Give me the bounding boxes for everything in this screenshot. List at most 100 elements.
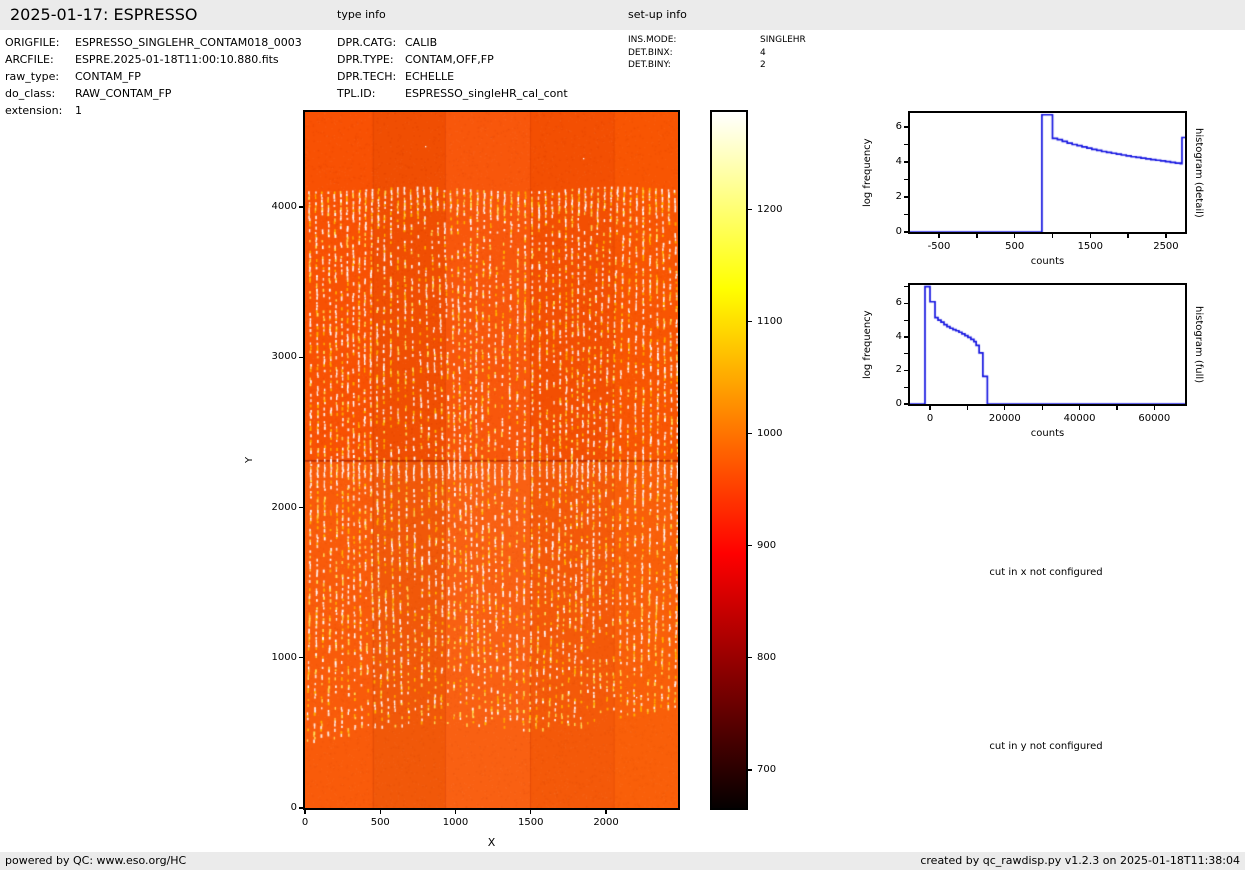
x-tick-label: 1500 — [518, 817, 544, 828]
x-tick-label: 500 — [1005, 241, 1025, 252]
y-axis-tick — [904, 126, 908, 128]
x-tick-label: 2000 — [593, 817, 619, 828]
cut-y-message: cut in y not configured — [989, 741, 1103, 752]
type-info-row: DPR.CATG: CALIB — [337, 36, 437, 49]
y-tick-label: 2000 — [271, 501, 297, 513]
x-axis-tick — [1116, 406, 1118, 410]
type-info-row: DPR.TYPE: CONTAM,OFF,FP — [337, 53, 494, 66]
x-axis-tick — [1051, 234, 1054, 238]
qc-rawdisp-report: 2025-01-17: ESPRESSO type info set-up in… — [0, 0, 1245, 870]
colorbar-tick — [748, 545, 752, 547]
type-info-label: DPR.CATG: — [337, 36, 397, 49]
histogram_detail-curve — [910, 113, 1185, 232]
type-info-value: CONTAM,OFF,FP — [405, 53, 494, 66]
file-info-label: ARCFILE: — [5, 53, 54, 66]
type-info-value: ESPRESSO_singleHR_cal_cont — [405, 87, 568, 100]
x-tick-label: 20000 — [988, 413, 1021, 424]
x-tick-label: 0 — [301, 817, 309, 828]
setup-info-value: SINGLEHR — [760, 35, 806, 45]
file-info-value: ESPRESSO_SINGLEHR_CONTAM018_0003 — [75, 36, 302, 49]
colorbar-tick — [748, 320, 752, 323]
footer-created-by: created by qc_rawdisp.py v1.2.3 on 2025-… — [920, 854, 1240, 867]
x-tick-label: 500 — [370, 817, 390, 828]
y-tick-label: 4000 — [271, 201, 297, 213]
y-axis-tick — [904, 286, 908, 288]
y-axis-tick — [299, 807, 303, 809]
colorbar-tick — [748, 769, 752, 771]
type-info-row: DPR.TECH: ECHELLE — [337, 70, 454, 83]
y-axis-tick — [904, 386, 908, 388]
x-tick-label: 0 — [926, 413, 934, 424]
y-tick-label: 0 — [895, 226, 902, 237]
y-axis-tick — [299, 657, 303, 659]
colorbar-tick-label: 900 — [757, 539, 777, 551]
y-axis-tick — [904, 213, 908, 216]
colorbar-tick-label: 1200 — [757, 203, 783, 215]
histogram_full-curve — [910, 285, 1185, 404]
header-bar: 2025-01-17: ESPRESSO type info set-up in… — [0, 0, 1245, 30]
y-axis-tick — [904, 178, 908, 181]
file-info-row: ARCFILE: ESPRE.2025-01-18T11:00:10.880.fi… — [5, 53, 279, 66]
setup-info-value: 2 — [760, 60, 766, 70]
file-info-label: raw_type: — [5, 70, 60, 83]
x-axis-tick — [1153, 406, 1155, 410]
x-tick-label: -500 — [927, 241, 951, 252]
colorbar-tick-label: 1000 — [757, 427, 783, 439]
type-info-label: DPR.TECH: — [337, 70, 397, 83]
footer-powered-by: powered by QC: www.eso.org/HC — [5, 854, 187, 867]
x-axis-tick — [1041, 406, 1043, 410]
cut-x-message: cut in x not configured — [989, 567, 1103, 578]
setup-info-row: DET.BINY: 2 — [628, 60, 766, 70]
y-axis-label: Y — [244, 456, 255, 464]
detector-image — [305, 112, 678, 808]
type-info-label: TPL.ID: — [337, 87, 376, 100]
x-axis-tick — [1078, 406, 1081, 410]
x-tick-label: 60000 — [1138, 413, 1171, 424]
y-axis-tick — [904, 231, 908, 233]
page-title: 2025-01-17: ESPRESSO — [10, 5, 198, 24]
counts-axis-label: counts — [1030, 428, 1065, 439]
x-axis-tick — [929, 406, 931, 410]
type-info-heading: type info — [337, 8, 386, 21]
setup-info-row: INS.MODE: SINGLEHR — [628, 35, 806, 45]
colorbar-tick — [748, 433, 752, 435]
x-axis-tick — [966, 406, 969, 410]
file-info-value: 1 — [75, 104, 82, 117]
file-info-label: do_class: — [5, 87, 56, 100]
x-tick-label: 1500 — [1077, 241, 1104, 252]
counts-axis-label: counts — [1030, 256, 1065, 267]
y-tick-label: 3000 — [271, 351, 297, 363]
y-axis-tick — [299, 506, 303, 509]
log-frequency-axis-label: log frequency — [862, 310, 873, 379]
file-info-label: extension: — [5, 104, 63, 117]
y-axis-tick — [904, 143, 908, 146]
setup-info-label: DET.BINY: — [628, 60, 671, 70]
setup-info-label: DET.BINX: — [628, 47, 673, 58]
type-info-label: DPR.TYPE: — [337, 53, 394, 66]
y-axis-tick — [904, 302, 908, 305]
y-tick-label: 0 — [290, 802, 297, 813]
file-info-value: ESPRE.2025-01-18T11:00:10.880.fits — [75, 53, 279, 66]
file-info-row: extension: 1 — [5, 104, 82, 117]
x-axis-tick — [1165, 234, 1167, 238]
file-info-value: CONTAM_FP — [75, 70, 141, 83]
x-axis-tick — [1127, 234, 1129, 238]
type-info-value: ECHELLE — [405, 70, 455, 83]
setup-info-row: DET.BINX: 4 — [628, 48, 766, 58]
y-axis-tick — [904, 403, 908, 405]
x-tick-label: 2500 — [1153, 241, 1179, 252]
file-info-value: RAW_CONTAM_FP — [75, 87, 172, 100]
x-tick-label: 1000 — [442, 817, 469, 828]
colorbar-tick-label: 700 — [757, 763, 777, 775]
y-axis-tick — [904, 369, 908, 372]
x-axis-tick — [1014, 234, 1016, 238]
colorbar-tick-label: 800 — [757, 651, 777, 663]
file-info-row: do_class: RAW_CONTAM_FP — [5, 87, 171, 100]
colorbar-gradient — [712, 112, 746, 808]
file-info-label: ORIGFILE: — [5, 36, 60, 49]
x-axis-label: X — [487, 836, 496, 849]
file-info-row: raw_type: CONTAM_FP — [5, 70, 141, 83]
y-tick-label: 0 — [895, 398, 902, 409]
y-axis-tick — [904, 336, 908, 338]
colorbar-tick — [748, 208, 752, 211]
